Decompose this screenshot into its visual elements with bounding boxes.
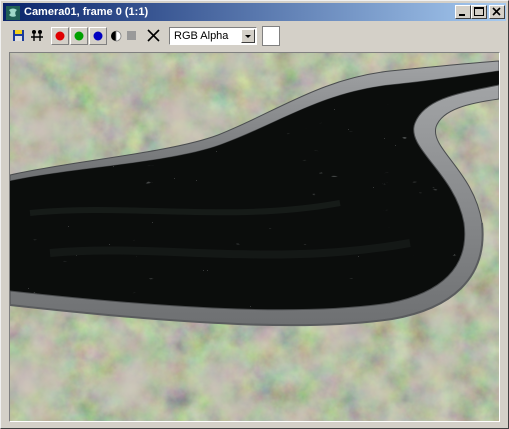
clone-icon [31,30,43,41]
red-channel-button[interactable] [51,27,69,45]
close-button[interactable] [489,5,505,19]
color-swatch[interactable] [262,26,280,46]
3ds-max-logo-icon[interactable] [6,5,20,20]
floppy-disk-icon [13,30,24,41]
render-viewport[interactable] [9,52,500,422]
clone-window-button[interactable] [28,27,46,45]
red-circle-icon [55,31,65,41]
minimize-button[interactable] [455,5,471,19]
maximize-button[interactable] [471,5,487,19]
dropdown-arrow-button[interactable] [241,29,255,43]
square-icon [127,31,136,40]
blue-channel-button[interactable] [89,27,107,45]
render-frame-window: Camera01, frame 0 (1:1) RGB Alpha [0,0,509,429]
green-circle-icon [74,31,84,41]
clear-button[interactable] [145,27,163,45]
render-toolbar: RGB Alpha [3,22,506,50]
rendered-scene [10,53,499,421]
maximize-icon [474,7,484,16]
green-channel-button[interactable] [70,27,88,45]
blue-circle-icon [93,31,103,41]
chevron-down-icon [245,35,251,38]
title-bar[interactable]: Camera01, frame 0 (1:1) [3,3,506,21]
minimize-icon [459,14,465,16]
channel-dropdown[interactable]: RGB Alpha [169,27,257,45]
close-icon [492,7,501,16]
save-bitmap-button[interactable] [10,27,28,45]
stop-button[interactable] [123,27,141,45]
x-icon [147,29,160,42]
channel-dropdown-value: RGB Alpha [174,30,229,42]
window-title: Camera01, frame 0 (1:1) [24,6,149,18]
